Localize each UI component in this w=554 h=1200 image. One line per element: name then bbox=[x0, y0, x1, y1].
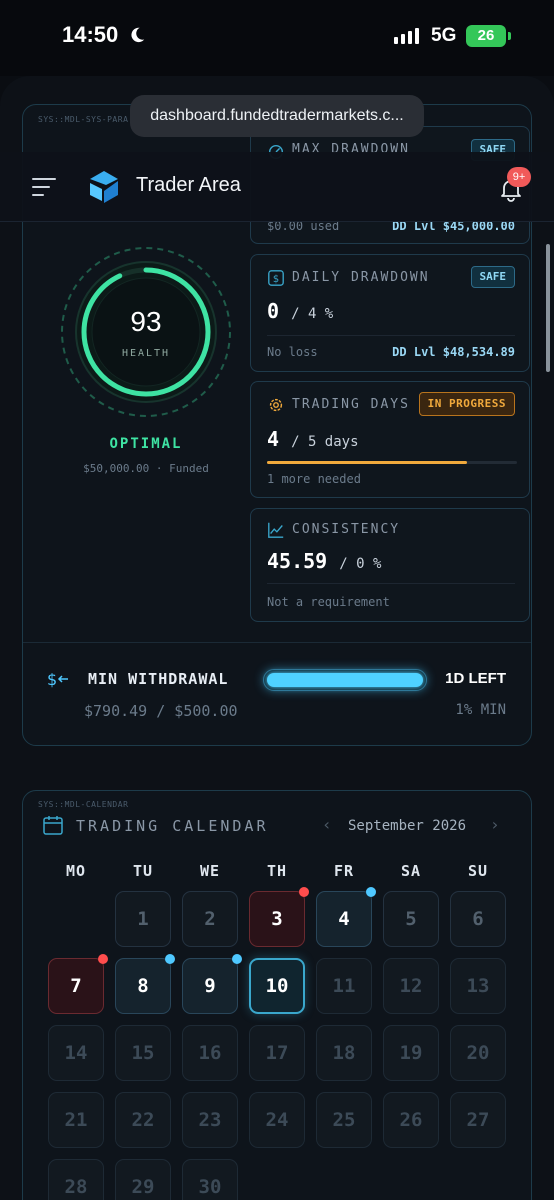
calendar-day[interactable]: 15 bbox=[115, 1025, 171, 1081]
withdrawal-progress-track bbox=[263, 669, 427, 691]
calendar-day[interactable]: 20 bbox=[450, 1025, 506, 1081]
calendar-day[interactable]: 6 bbox=[450, 891, 506, 947]
dollar-icon: $ bbox=[268, 270, 284, 286]
svg-text:$: $ bbox=[47, 670, 57, 689]
withdrawal-progress-fill bbox=[267, 673, 423, 687]
trade-indicator-dot bbox=[232, 954, 242, 964]
brand-logo[interactable] bbox=[86, 169, 122, 205]
network-label: 5G bbox=[431, 25, 457, 46]
loss-indicator-dot bbox=[299, 887, 309, 897]
brand-name: Trader Area bbox=[136, 174, 241, 196]
calendar-sys-label: SYS::MDL-CALENDAR bbox=[38, 800, 129, 809]
signal-icon bbox=[394, 28, 419, 44]
consistency-value: 45.59 / 0 % bbox=[267, 549, 382, 573]
calendar-day[interactable]: 23 bbox=[182, 1092, 238, 1148]
daily-drawdown-title: DAILY DRAWDOWN bbox=[292, 270, 430, 285]
notification-badge: 9+ bbox=[507, 167, 531, 187]
calendar-day[interactable]: 1 bbox=[115, 891, 171, 947]
daily-drawdown-level: DD Lvl $48,534.89 bbox=[392, 345, 515, 359]
daily-drawdown-note: No loss bbox=[267, 345, 318, 359]
daily-drawdown-card: $ DAILY DRAWDOWN SAFE 0 / 4 % No loss DD… bbox=[250, 254, 530, 372]
calendar-day[interactable]: 9 bbox=[182, 958, 238, 1014]
status-bar: 14:50 5G 26 bbox=[0, 0, 554, 76]
app-header: Trader Area 9+ bbox=[0, 152, 554, 222]
trading-days-badge: IN PROGRESS bbox=[418, 392, 515, 416]
calendar-day[interactable]: 13 bbox=[450, 958, 506, 1014]
calendar-day[interactable]: 2 bbox=[182, 891, 238, 947]
weekday-label: MO bbox=[65, 862, 87, 880]
moon-icon bbox=[131, 27, 145, 43]
trading-days-card: TRADING DAYS IN PROGRESS 4 / 5 days 1 mo… bbox=[250, 381, 530, 498]
weekday-label: FR bbox=[333, 862, 355, 880]
consistency-card: CONSISTENCY 45.59 / 0 % Not a requiremen… bbox=[250, 508, 530, 622]
calendar-day[interactable]: 7 bbox=[48, 958, 104, 1014]
calendar-day[interactable]: 4 bbox=[316, 891, 372, 947]
menu-icon[interactable] bbox=[32, 178, 56, 196]
calendar-day[interactable]: 28 bbox=[48, 1159, 104, 1200]
trading-days-progress-track bbox=[267, 461, 517, 464]
calendar-day[interactable]: 16 bbox=[182, 1025, 238, 1081]
calendar-day[interactable]: 12 bbox=[383, 958, 439, 1014]
calendar-day[interactable]: 19 bbox=[383, 1025, 439, 1081]
weekday-label: TH bbox=[266, 862, 288, 880]
next-month-chevron-icon[interactable]: › bbox=[490, 815, 500, 834]
chart-line-icon bbox=[268, 522, 284, 538]
withdrawal-time-left: 1D LEFT bbox=[445, 670, 506, 687]
health-value: 93 bbox=[130, 306, 162, 337]
withdrawal-amounts: $790.49 / $500.00 bbox=[84, 702, 238, 720]
calendar-day[interactable]: 10 bbox=[249, 958, 305, 1014]
page-scrollbar[interactable] bbox=[546, 244, 550, 372]
trading-days-progress-fill bbox=[267, 461, 467, 464]
withdraw-dollar-icon: $ bbox=[47, 670, 68, 689]
gear-icon bbox=[269, 398, 283, 412]
calendar-day[interactable]: 21 bbox=[48, 1092, 104, 1148]
daily-drawdown-value: 0 / 4 % bbox=[267, 299, 334, 323]
weekday-label: WE bbox=[199, 862, 221, 880]
calendar-day[interactable]: 22 bbox=[115, 1092, 171, 1148]
calendar-day[interactable]: 18 bbox=[316, 1025, 372, 1081]
status-time: 14:50 bbox=[62, 22, 119, 47]
trading-days-note: 1 more needed bbox=[267, 472, 361, 486]
calendar-day[interactable]: 27 bbox=[450, 1092, 506, 1148]
trade-indicator-dot bbox=[366, 887, 376, 897]
calendar-day[interactable]: 24 bbox=[249, 1092, 305, 1148]
calendar-day[interactable]: 17 bbox=[249, 1025, 305, 1081]
calendar-day[interactable]: 29 bbox=[115, 1159, 171, 1200]
weekday-label: SU bbox=[467, 862, 489, 880]
weekday-label: SA bbox=[400, 862, 422, 880]
calendar-month: September 2026 bbox=[348, 818, 467, 834]
calendar-day[interactable]: 25 bbox=[316, 1092, 372, 1148]
calendar-day[interactable]: 11 bbox=[316, 958, 372, 1014]
calendar-day[interactable]: 5 bbox=[383, 891, 439, 947]
daily-drawdown-badge: SAFE bbox=[470, 266, 515, 288]
calendar-title: TRADING CALENDAR bbox=[76, 817, 269, 835]
consistency-title: CONSISTENCY bbox=[292, 522, 401, 537]
calendar-day[interactable]: 14 bbox=[48, 1025, 104, 1081]
consistency-note: Not a requirement bbox=[267, 595, 390, 609]
address-bar[interactable]: dashboard.fundedtradermarkets.c... bbox=[130, 95, 424, 137]
withdrawal-title: MIN WITHDRAWAL bbox=[88, 670, 229, 688]
health-status: OPTIMAL bbox=[109, 436, 183, 452]
trading-days-value: 4 / 5 days bbox=[267, 427, 359, 451]
health-label: HEALTH bbox=[121, 348, 171, 359]
svg-text:$: $ bbox=[273, 274, 279, 285]
calendar-day[interactable]: 26 bbox=[383, 1092, 439, 1148]
calendar-day[interactable]: 3 bbox=[249, 891, 305, 947]
panel-sys-label: SYS::MDL-SYS-PARA bbox=[38, 115, 129, 124]
weekday-label: TU bbox=[132, 862, 154, 880]
battery-icon: 26 bbox=[466, 25, 511, 47]
prev-month-chevron-icon[interactable]: ‹ bbox=[322, 815, 332, 834]
calendar-day[interactable]: 8 bbox=[115, 958, 171, 1014]
trade-indicator-dot bbox=[165, 954, 175, 964]
withdrawal-min-note: 1% MIN bbox=[455, 702, 506, 718]
trading-days-title: TRADING DAYS bbox=[292, 397, 410, 412]
calendar-icon bbox=[43, 816, 63, 835]
account-size: $50,000.00 · Funded bbox=[83, 462, 209, 475]
withdrawal-divider bbox=[23, 642, 531, 643]
loss-indicator-dot bbox=[98, 954, 108, 964]
calendar-day[interactable]: 30 bbox=[182, 1159, 238, 1200]
